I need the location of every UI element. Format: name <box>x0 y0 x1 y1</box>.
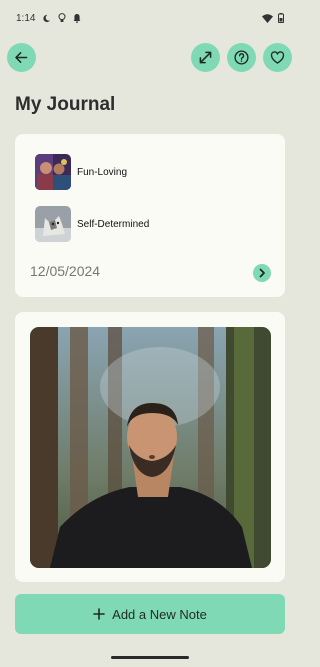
open-entry-button[interactable] <box>253 264 271 282</box>
chevron-right-icon <box>259 268 265 278</box>
trait-label: Self-Determined <box>77 218 150 230</box>
status-bar: 1:14 <box>0 0 300 36</box>
status-time: 1:14 <box>16 12 36 24</box>
wolf-thumbnail <box>35 206 71 242</box>
trait-item[interactable]: Self-Determined <box>35 206 149 242</box>
plus-icon <box>93 608 105 620</box>
bell-icon <box>73 13 81 23</box>
back-button[interactable] <box>7 43 36 72</box>
expand-icon <box>199 51 212 64</box>
trait-label: Fun-Loving <box>77 166 128 178</box>
home-indicator[interactable] <box>111 656 189 659</box>
help-button[interactable] <box>227 43 256 72</box>
lightbulb-icon <box>58 13 66 23</box>
wifi-icon <box>262 13 273 23</box>
man-in-forest-photo <box>30 327 271 568</box>
fun-loving-thumbnail <box>35 154 71 190</box>
battery-icon <box>278 13 284 23</box>
add-note-label: Add a New Note <box>112 606 207 622</box>
page-title: My Journal <box>15 94 116 115</box>
arrow-left-icon <box>15 52 28 63</box>
add-note-button[interactable]: Add a New Note <box>15 594 285 634</box>
favorite-button[interactable] <box>263 43 292 72</box>
trait-item[interactable]: Fun-Loving <box>35 154 127 190</box>
moon-icon <box>42 14 51 23</box>
photo-card[interactable] <box>15 312 285 582</box>
help-icon <box>234 50 249 65</box>
entry-date: 12/05/2024 <box>30 263 101 279</box>
journal-entry-card[interactable]: Fun-Loving Self-Determined 12/05/2024 <box>15 134 285 297</box>
expand-button[interactable] <box>191 43 220 72</box>
heart-icon <box>270 51 285 64</box>
